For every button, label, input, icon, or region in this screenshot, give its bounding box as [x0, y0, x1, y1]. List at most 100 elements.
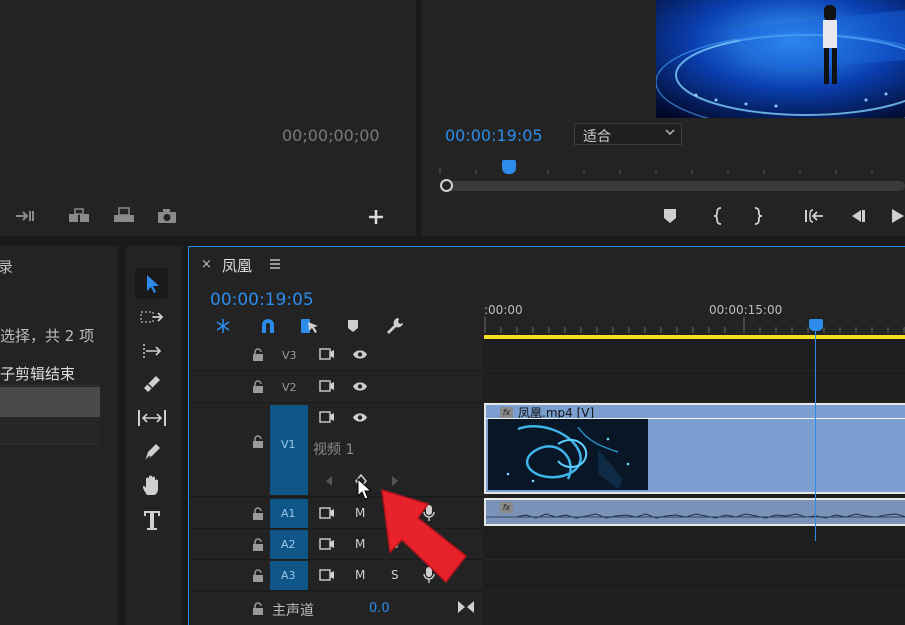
- sync-lock-icon[interactable]: [319, 348, 335, 364]
- track-label-v1: V1: [281, 438, 296, 451]
- panel-divider-vertical: [118, 246, 126, 625]
- add-marker-icon[interactable]: [660, 206, 680, 226]
- snap-icon[interactable]: [258, 317, 278, 335]
- mark-in-icon[interactable]: [708, 206, 728, 226]
- track-label-v3: V3: [282, 349, 297, 362]
- sync-lock-icon[interactable]: [319, 569, 335, 585]
- track-header-master[interactable]: 主声道 0.0: [189, 592, 483, 625]
- track-label-a1: A1: [281, 507, 296, 520]
- playhead-line: [815, 331, 816, 541]
- audio-waveform: [486, 513, 905, 519]
- track-select-tool-icon[interactable]: [138, 306, 166, 328]
- track-target-a1[interactable]: A1: [270, 499, 308, 528]
- lane-a2: [484, 529, 905, 560]
- razor-tool-icon[interactable]: [138, 372, 166, 396]
- lane-v3: [484, 339, 905, 371]
- eye-icon[interactable]: [352, 381, 368, 396]
- track-target-a3[interactable]: A3: [270, 561, 308, 590]
- go-to-in-icon[interactable]: [802, 206, 826, 226]
- sequence-tab-name[interactable]: 凤凰: [222, 255, 252, 276]
- insert-icon[interactable]: [14, 206, 38, 226]
- selection-status: 选择，共 2 项: [0, 327, 95, 345]
- annotation-arrow-icon: [380, 488, 470, 590]
- zoom-select[interactable]: 适合: [574, 123, 682, 145]
- project-panel-title: 录: [0, 258, 14, 276]
- linked-selection-icon[interactable]: [299, 317, 321, 335]
- video-clip-thumbnail: [488, 419, 648, 490]
- close-icon[interactable]: ×: [201, 257, 212, 272]
- source-monitor-panel: 00;00;00;00: [0, 0, 416, 236]
- track-header-v1[interactable]: V1 视频 1: [189, 403, 483, 497]
- chevron-down-icon: [665, 126, 675, 141]
- lane-a3: [484, 560, 905, 591]
- project-list-item-selected[interactable]: [0, 387, 100, 417]
- track-content-area[interactable]: fx 凤凰.mp4 [V] fx: [484, 339, 905, 625]
- go-to-end-icon[interactable]: [457, 600, 475, 618]
- track-label-a3: A3: [281, 569, 296, 582]
- panel-divider-horizontal: [0, 236, 905, 246]
- camera-icon[interactable]: [156, 207, 178, 225]
- type-tool-icon[interactable]: [138, 508, 166, 532]
- lock-icon[interactable]: [252, 435, 264, 452]
- program-monitor-panel: 00:00:19:05 适合: [422, 0, 905, 236]
- track-header-v2[interactable]: V2: [189, 371, 483, 403]
- pen-tool-icon[interactable]: [138, 440, 166, 464]
- timeline-ruler[interactable]: :00:00 00:00:15:00: [484, 295, 905, 335]
- mark-out-icon[interactable]: [748, 206, 768, 226]
- program-playhead-icon[interactable]: [502, 160, 516, 174]
- mute-button-a3[interactable]: M: [355, 568, 365, 582]
- mouse-cursor-icon: [357, 477, 373, 504]
- step-back-icon[interactable]: [846, 206, 868, 226]
- mute-button-a1[interactable]: M: [355, 506, 365, 520]
- prev-keyframe-icon[interactable]: [325, 475, 333, 491]
- track-label-a2: A2: [281, 538, 296, 551]
- scrub-start-handle-icon[interactable]: [440, 179, 453, 192]
- program-timecode[interactable]: 00:00:19:05: [445, 126, 543, 145]
- export-frame-icon-left[interactable]: [110, 205, 138, 225]
- add-button-icon[interactable]: [366, 207, 386, 227]
- project-panel: 录 选择，共 2 项 子剪辑结束: [0, 246, 118, 625]
- track-name-v1: 视频 1: [313, 442, 355, 458]
- playhead-handle-icon[interactable]: [809, 319, 823, 331]
- nest-sequence-icon[interactable]: [213, 317, 233, 335]
- audio-clip[interactable]: fx: [484, 498, 905, 526]
- project-item-label[interactable]: 子剪辑结束: [0, 363, 75, 384]
- master-volume-value[interactable]: 0.0: [369, 601, 390, 616]
- sync-lock-icon[interactable]: [319, 380, 335, 396]
- hand-tool-icon[interactable]: [138, 474, 166, 498]
- project-list-item[interactable]: [0, 417, 100, 445]
- zoom-select-value: 适合: [583, 129, 611, 145]
- lock-icon[interactable]: [252, 602, 264, 619]
- program-scrub-bar[interactable]: [442, 181, 905, 191]
- track-target-a2[interactable]: A2: [270, 530, 308, 559]
- lock-icon[interactable]: [252, 538, 264, 555]
- play-icon[interactable]: [888, 206, 905, 226]
- sync-lock-icon[interactable]: [319, 411, 335, 427]
- mute-button-a2[interactable]: M: [355, 537, 365, 551]
- track-target-v1[interactable]: V1: [270, 405, 308, 495]
- sync-lock-icon[interactable]: [319, 507, 335, 523]
- wrench-icon[interactable]: [385, 316, 405, 336]
- timeline-playhead[interactable]: [809, 319, 823, 541]
- eye-icon[interactable]: [352, 412, 368, 427]
- lock-icon[interactable]: [252, 380, 264, 397]
- master-track-label: 主声道: [272, 603, 314, 619]
- overwrite-icon[interactable]: [66, 206, 94, 226]
- slip-tool-icon[interactable]: [136, 407, 168, 429]
- source-timecode: 00;00;00;00: [282, 126, 380, 145]
- lock-icon[interactable]: [252, 507, 264, 524]
- sync-lock-icon[interactable]: [319, 538, 335, 554]
- tools-panel: [126, 246, 182, 625]
- add-marker-timeline-icon[interactable]: [345, 317, 361, 335]
- sequence-timecode[interactable]: 00:00:19:05: [210, 290, 314, 310]
- track-header-v3[interactable]: V3: [189, 339, 483, 371]
- lock-icon[interactable]: [252, 569, 264, 586]
- ripple-edit-tool-icon[interactable]: [138, 340, 166, 362]
- timeline-panel: × 凤凰 00:00:19:05 :00:00 00:00:15:00 V3 V…: [188, 246, 905, 625]
- selection-tool-icon[interactable]: [135, 268, 168, 299]
- panel-menu-icon[interactable]: [269, 258, 281, 274]
- fx-badge: fx: [500, 407, 513, 418]
- video-clip[interactable]: fx 凤凰.mp4 [V]: [484, 403, 905, 494]
- eye-icon[interactable]: [352, 349, 368, 364]
- lock-icon[interactable]: [252, 348, 264, 365]
